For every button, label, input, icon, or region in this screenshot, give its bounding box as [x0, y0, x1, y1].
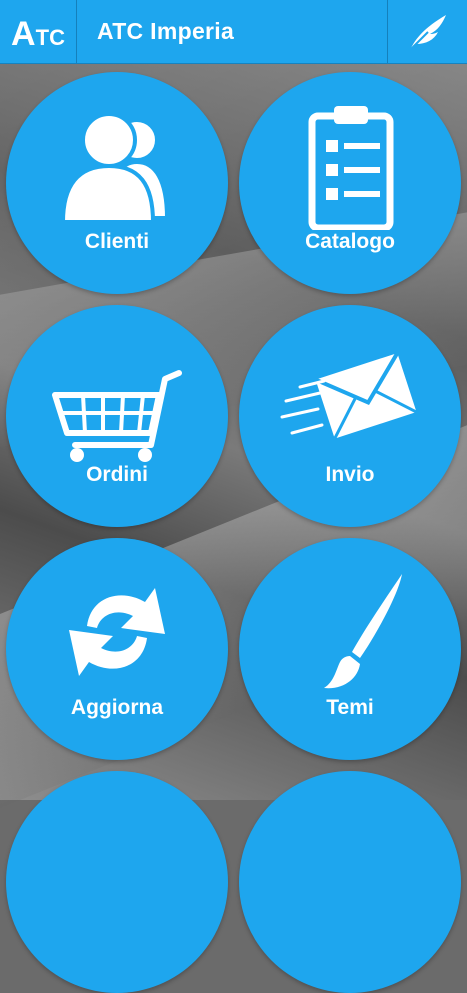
- tile-catalogo[interactable]: Catalogo: [239, 72, 461, 294]
- tile-invio[interactable]: Invio: [239, 305, 461, 527]
- app-logo[interactable]: A T C: [0, 0, 77, 63]
- tile-label: Clienti: [84, 230, 150, 253]
- tile-label: Temi: [326, 696, 374, 719]
- feather-action-button[interactable]: [387, 0, 467, 63]
- send-mail-icon: [280, 352, 418, 440]
- logo-letter-t: T: [35, 25, 50, 50]
- tile-label: Invio: [325, 463, 375, 486]
- logo-letter-c: C: [49, 25, 65, 50]
- tile-label: Ordini: [86, 463, 148, 486]
- shopping-cart-icon: [52, 370, 182, 462]
- tile-aggiorna[interactable]: Aggiorna: [6, 538, 228, 760]
- tile-partial[interactable]: [239, 771, 461, 993]
- tile-clienti[interactable]: Clienti: [6, 72, 228, 294]
- tile-label: Aggiorna: [70, 696, 164, 719]
- refresh-icon: [69, 588, 165, 676]
- app-bar: A T C ATC Imperia: [0, 0, 467, 64]
- users-icon: [60, 112, 170, 224]
- tile-ordini[interactable]: Ordini: [6, 305, 228, 527]
- feather-icon: [408, 14, 446, 51]
- app-title: ATC Imperia: [97, 18, 235, 44]
- clipboard-list-icon: [308, 106, 394, 230]
- logo-letter-a: A: [11, 15, 36, 53]
- tile-temi[interactable]: Temi: [239, 538, 461, 760]
- tile-partial[interactable]: [6, 771, 228, 993]
- paintbrush-icon: [324, 574, 402, 689]
- tile-label: Catalogo: [305, 230, 395, 253]
